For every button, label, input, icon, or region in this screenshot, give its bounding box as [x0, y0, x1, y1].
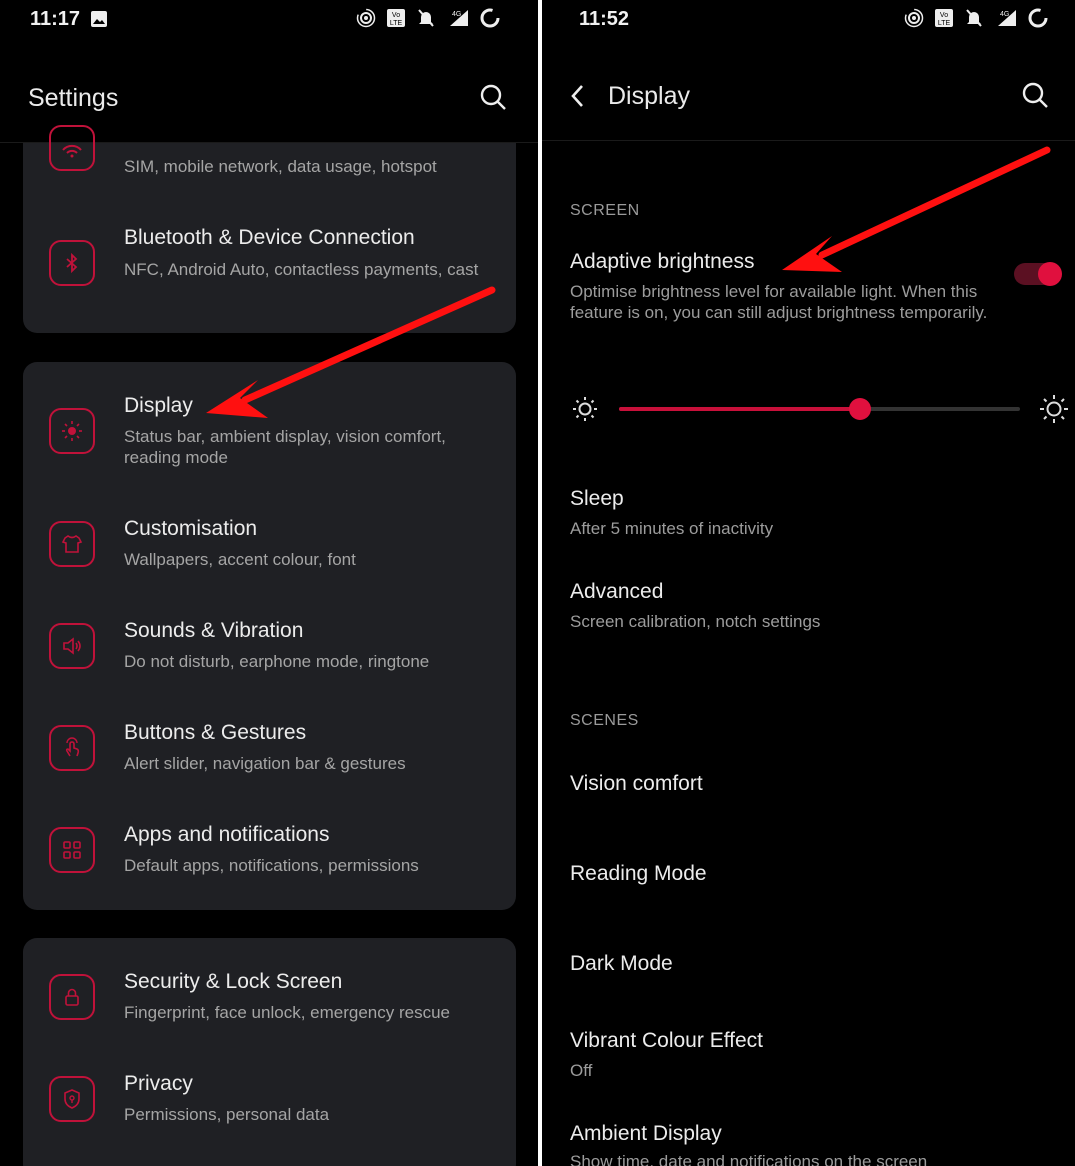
bell-off-icon — [418, 9, 434, 27]
vibrant-colour-title: Vibrant Colour Effect — [570, 1029, 763, 1052]
adaptive-brightness-description: Optimise brightness level for available … — [570, 282, 988, 322]
settings-item-title: Apps and notifications — [124, 823, 330, 846]
settings-item-title: Sounds & Vibration — [124, 619, 304, 642]
advanced-subtitle: Screen calibration, notch settings — [570, 612, 821, 631]
signal-icon: 4G — [450, 10, 468, 26]
settings-item-display[interactable]: Display Status bar, ambient display, vis… — [23, 382, 516, 487]
settings-item-title: Security & Lock Screen — [124, 970, 343, 993]
toggle-knob — [1038, 262, 1062, 286]
settings-item-subtitle: Alert slider, navigation bar & gestures — [124, 754, 406, 773]
status-bar: 11:52 Vo LTE 4G — [542, 0, 1075, 40]
svg-text:Vo: Vo — [940, 12, 948, 19]
section-header-scenes: SCENES — [570, 712, 639, 729]
bluetooth-icon — [49, 240, 95, 286]
reading-mode-row[interactable]: Reading Mode — [570, 862, 707, 886]
brightness-high-icon — [1040, 395, 1068, 423]
svg-text:4G: 4G — [452, 11, 461, 18]
wifi-icon — [49, 125, 95, 171]
settings-item-title: Display — [124, 394, 193, 417]
sleep-subtitle: After 5 minutes of inactivity — [570, 519, 774, 538]
status-bar: 11:17 Vo LTE 4G — [0, 0, 538, 40]
status-time: 11:52 — [579, 8, 630, 30]
shield-icon — [49, 1076, 95, 1122]
settings-item-subtitle: Permissions, personal data — [124, 1105, 330, 1124]
brightness-slider[interactable] — [619, 398, 1020, 420]
status-icons: Vo LTE 4G — [356, 8, 500, 28]
signal-icon: 4G — [998, 10, 1016, 26]
settings-item-subtitle: SIM, mobile network, data usage, hotspot — [124, 157, 437, 176]
settings-item-sounds[interactable]: Sounds & Vibration Do not disturb, earph… — [23, 609, 516, 691]
brightness-low-icon — [573, 397, 597, 421]
settings-item-bluetooth[interactable]: Bluetooth & Device Connection NFC, Andro… — [23, 218, 516, 318]
settings-card-device: Display Status bar, ambient display, vis… — [23, 362, 516, 910]
hotspot-icon — [356, 8, 376, 28]
section-header-screen: SCREEN — [570, 202, 640, 219]
vibrant-colour-subtitle: Off — [570, 1061, 593, 1080]
tshirt-icon — [49, 521, 95, 567]
svg-text:4G: 4G — [1000, 11, 1009, 18]
brightness-icon — [49, 408, 95, 454]
adaptive-brightness-toggle[interactable] — [1014, 262, 1062, 286]
settings-item-title: Privacy — [124, 1072, 193, 1095]
sleep-title: Sleep — [570, 487, 624, 510]
settings-item-title: Customisation — [124, 517, 258, 540]
adaptive-brightness-title: Adaptive brightness — [570, 250, 755, 273]
bell-off-icon — [966, 9, 982, 27]
status-icons: Vo LTE 4G — [904, 8, 1048, 28]
search-icon[interactable] — [1020, 80, 1050, 110]
dark-mode-row[interactable]: Dark Mode — [570, 952, 673, 976]
speaker-icon — [49, 623, 95, 669]
svg-text:Vo: Vo — [392, 12, 400, 19]
gesture-icon — [49, 725, 95, 771]
settings-item-subtitle: NFC, Android Auto, contactless payments,… — [124, 260, 479, 279]
brightness-slider-thumb[interactable] — [848, 398, 871, 420]
settings-item-customisation[interactable]: Customisation Wallpapers, accent colour,… — [23, 507, 516, 589]
ambient-display-title: Ambient Display — [570, 1122, 722, 1145]
search-icon[interactable] — [478, 82, 508, 112]
lock-icon — [49, 974, 95, 1020]
settings-item-subtitle: Fingerprint, face unlock, emergency resc… — [124, 1003, 450, 1022]
settings-item-security[interactable]: Security & Lock Screen Fingerprint, face… — [23, 958, 516, 1040]
page-title: Display — [608, 82, 690, 110]
battery-saver-icon — [480, 8, 500, 28]
back-arrow-icon[interactable] — [568, 83, 588, 109]
settings-item-title: Bluetooth & Device Connection — [124, 226, 415, 249]
vision-comfort-row[interactable]: Vision comfort — [570, 772, 703, 796]
settings-item-subtitle: Wallpapers, accent colour, font — [124, 550, 356, 569]
svg-text:LTE: LTE — [938, 20, 951, 27]
svg-text:LTE: LTE — [390, 20, 403, 27]
battery-saver-icon — [1028, 8, 1048, 28]
status-time: 11:17 — [30, 8, 81, 30]
display-settings-screen: 11:52 Vo LTE 4G Display SCREEN Adaptive b… — [542, 0, 1075, 1166]
image-notification-icon — [90, 10, 108, 33]
ambient-display-subtitle: Show time, date and notifications on the… — [570, 1152, 928, 1166]
header-divider — [542, 140, 1075, 141]
page-title: Settings — [28, 84, 119, 112]
settings-item-subtitle: Status bar, ambient display, vision comf… — [124, 427, 446, 467]
volte-icon: VoLTE — [387, 9, 405, 27]
settings-item-subtitle: Do not disturb, earphone mode, ringtone — [124, 652, 430, 671]
volte-icon: VoLTE — [935, 9, 953, 27]
settings-card-network: SIM, mobile network, data usage, hotspot… — [23, 125, 516, 333]
settings-card-security: Security & Lock Screen Fingerprint, face… — [23, 938, 516, 1166]
hotspot-icon — [904, 8, 924, 28]
settings-item-apps[interactable]: Apps and notifications Default apps, not… — [23, 813, 516, 895]
advanced-title: Advanced — [570, 580, 664, 603]
settings-item-title: Buttons & Gestures — [124, 721, 307, 744]
apps-grid-icon — [49, 827, 95, 873]
settings-screen: 11:17 Vo LTE 4G Settings SIM, mobile netw… — [0, 0, 538, 1166]
settings-item-network[interactable]: SIM, mobile network, data usage, hotspot — [23, 125, 516, 198]
settings-item-buttons-gestures[interactable]: Buttons & Gestures Alert slider, navigat… — [23, 711, 516, 793]
brightness-slider-fill — [619, 407, 860, 411]
settings-item-privacy[interactable]: Privacy Permissions, personal data — [23, 1060, 516, 1142]
settings-item-subtitle: Default apps, notifications, permissions — [124, 856, 419, 875]
